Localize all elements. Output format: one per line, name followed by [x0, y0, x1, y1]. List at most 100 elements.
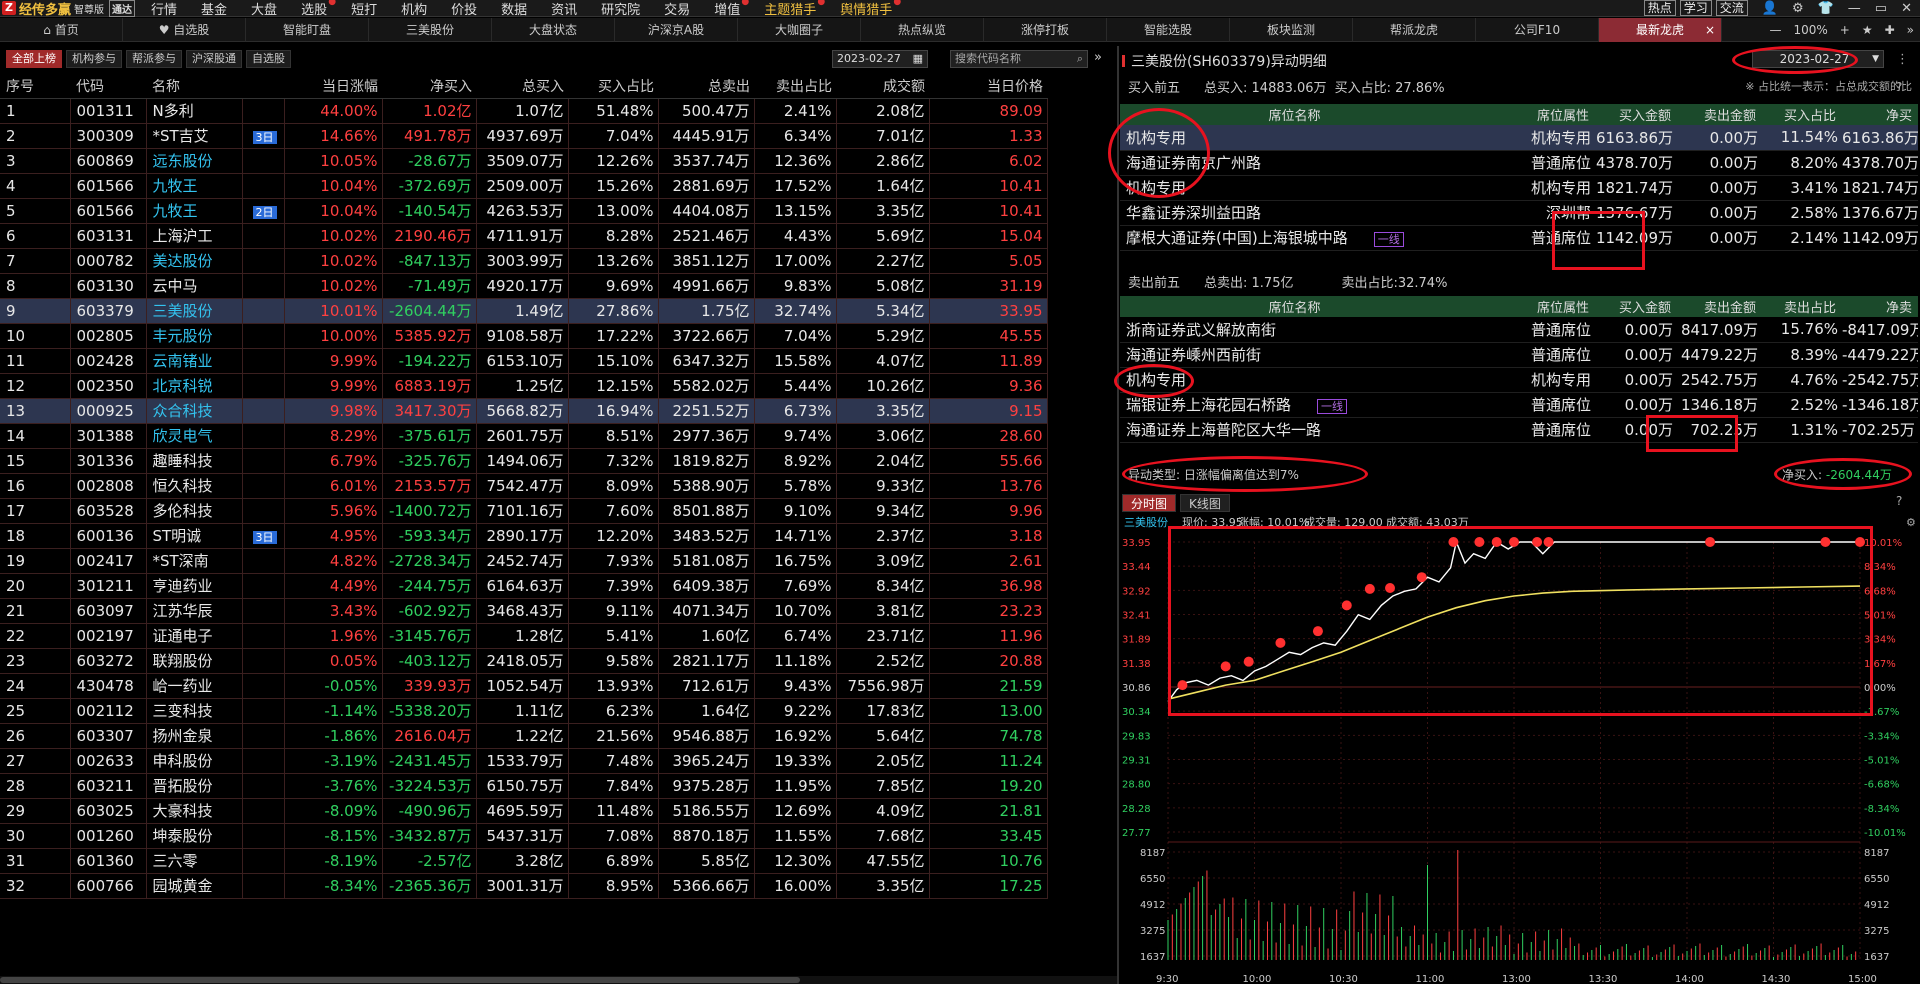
column-header[interactable]: 席位属性: [1475, 296, 1595, 317]
table-row[interactable]: 19 002417 *ST深南 4.82% -2728.34万 2452.74万 7.93%…: [0, 548, 1048, 574]
tab[interactable]: 智能盯盘: [246, 17, 369, 42]
tab[interactable]: 公司F10: [1476, 17, 1599, 42]
expand-icon[interactable]: »: [1094, 50, 1102, 65]
table-row[interactable]: 31 601360 三六零 -8.19% -2.57亿 3.28亿 6.89% 5.85亿 12…: [0, 848, 1048, 874]
menu-item[interactable]: 选股 ●: [289, 0, 339, 18]
seat-row[interactable]: 海通证券嵊州西前街 普通席位 0.00万 4479.22万 8.39% -4479.22万: [1120, 342, 1918, 368]
seat-row[interactable]: 华鑫证券深圳益田路 深圳帮 1376.67万 0.00万 2.58% 1376.67万: [1120, 200, 1918, 226]
column-header[interactable]: 席位名称: [1120, 104, 1475, 125]
search-input[interactable]: 搜索代码名称 ⌕: [950, 50, 1088, 68]
detail-date-picker[interactable]: 2023-02-27 ▼: [1752, 50, 1884, 68]
more-options-icon[interactable]: ⋮: [1896, 52, 1909, 67]
seat-row[interactable]: 摩根大通证券(中国)上海银城中路 一线 普通席位 1142.09万 0.00万 2.14%…: [1120, 225, 1918, 251]
tab-close-icon[interactable]: ×: [1705, 18, 1715, 42]
menu-item[interactable]: 短打: [339, 0, 389, 18]
column-header[interactable]: 总买入: [476, 74, 568, 99]
user-icon[interactable]: 👤: [1762, 1, 1778, 16]
menu-item[interactable]: 价投: [439, 0, 489, 18]
table-row[interactable]: 5 601566 九牧王 2日 10.04% -140.54万 4263.53万 13.00%…: [0, 198, 1048, 224]
minimize-icon[interactable]: —: [1848, 1, 1861, 16]
filter-button[interactable]: 机构参与: [66, 50, 122, 68]
column-header[interactable]: 净卖: [1842, 296, 1918, 317]
table-row[interactable]: 3 600869 远东股份 10.05% -28.67万 3509.07万 12.26% 35…: [0, 148, 1048, 174]
column-header[interactable]: 卖出金额: [1677, 296, 1762, 317]
table-row[interactable]: 26 603307 扬州金泉 -1.86% 2616.04万 1.22亿 21.56% 954…: [0, 723, 1048, 749]
seat-row[interactable]: 瑞银证券上海花园石桥路 一线 普通席位 0.00万 1346.18万 2.52% -1346…: [1120, 392, 1918, 418]
horizontal-scrollbar[interactable]: [0, 976, 1117, 984]
menu-item[interactable]: 舆情猎手 ●: [828, 0, 904, 18]
menu-item[interactable]: 行情: [139, 0, 189, 18]
table-row[interactable]: 28 603211 晋拓股份 -3.76% -3224.53万 6150.75万 7.84%…: [0, 773, 1048, 799]
filter-button[interactable]: 自选股: [246, 50, 291, 68]
filter-button[interactable]: 帮派参与: [126, 50, 182, 68]
column-header[interactable]: [242, 74, 284, 99]
chart-tab[interactable]: 分时图: [1122, 494, 1177, 512]
date-picker[interactable]: 2023-02-27 ▦: [832, 50, 928, 68]
column-header[interactable]: 成交额: [836, 74, 929, 99]
column-header[interactable]: 买入金额: [1595, 296, 1677, 317]
table-row[interactable]: 20 301211 亨迪药业 4.49% -244.75万 6164.63万 7.39% 64…: [0, 573, 1048, 599]
menu-item[interactable]: 数据: [489, 0, 539, 18]
table-row[interactable]: 4 601566 九牧王 10.04% -372.69万 2509.00万 15.26% 28…: [0, 173, 1048, 199]
table-row[interactable]: 23 603272 联翔股份 0.05% -403.12万 2418.05万 9.58% 28…: [0, 648, 1048, 674]
column-header[interactable]: 当日价格: [929, 74, 1047, 99]
table-row[interactable]: 18 600136 ST明诚 3日 4.95% -593.34万 2890.17万 12.20…: [0, 523, 1048, 549]
filter-button[interactable]: 沪深股通: [186, 50, 242, 68]
table-row[interactable]: 29 603025 大豪科技 -8.09% -490.96万 4695.59万 11.48%…: [0, 798, 1048, 824]
seat-row[interactable]: 海通证券上海普陀区大华一路 普通席位 0.00万 702.25万 1.31% -702.2…: [1120, 417, 1918, 443]
table-row[interactable]: 15 301336 趣睡科技 6.79% -325.76万 1494.06万 7.32% 18…: [0, 448, 1048, 474]
shirt-icon[interactable]: 👕: [1818, 1, 1834, 16]
seat-row[interactable]: 机构专用 机构专用 0.00万 2542.75万 4.76% -2542.75万: [1120, 367, 1918, 393]
tab[interactable]: ⌂ 首页: [0, 17, 123, 42]
star-icon[interactable]: ★: [1862, 23, 1873, 37]
column-header[interactable]: 买入占比: [1762, 104, 1842, 125]
menu-item[interactable]: 研究院: [589, 0, 652, 18]
table-row[interactable]: 11 002428 云南锗业 9.99% -194.22万 6153.10万 15.10% 6…: [0, 348, 1048, 374]
column-header[interactable]: 净买: [1842, 104, 1918, 125]
menu-item[interactable]: 基金: [189, 0, 239, 18]
settings-icon[interactable]: ⚙: [1792, 1, 1804, 16]
filter-button[interactable]: 全部上榜: [6, 50, 62, 68]
column-header[interactable]: 席位名称: [1120, 296, 1475, 317]
table-row[interactable]: 7 000782 美达股份 10.02% -847.13万 3003.99万 13.26% 3…: [0, 248, 1048, 274]
column-header[interactable]: 买入占比: [568, 74, 658, 99]
column-header[interactable]: 总卖出: [658, 74, 754, 99]
seat-row[interactable]: 浙商证券武义解放南街 普通席位 0.00万 8417.09万 15.76% -8417.0…: [1120, 317, 1918, 343]
tab[interactable]: 最新龙虎 ×: [1599, 17, 1722, 42]
column-header[interactable]: 净买入: [382, 74, 476, 99]
table-row[interactable]: 17 603528 多伦科技 5.96% -1400.72万 7101.16万 7.60% 8…: [0, 498, 1048, 524]
zoom-out-icon[interactable]: —: [1769, 23, 1781, 37]
table-row[interactable]: 21 603097 江苏华辰 3.43% -602.92万 3468.43万 9.11% 40…: [0, 598, 1048, 624]
menu-item[interactable]: 主题猎手 ●: [752, 0, 828, 18]
tab[interactable]: 热点纵览: [861, 17, 984, 42]
tab[interactable]: ♥ 自选股: [123, 17, 246, 42]
pin-icon[interactable]: ✚: [1885, 23, 1895, 37]
seat-row[interactable]: 机构专用 机构专用 6163.86万 0.00万 11.54% 6163.86万: [1120, 125, 1918, 151]
table-row[interactable]: 27 002633 申科股份 -3.19% -2431.45万 1533.79万 7.48%…: [0, 748, 1048, 774]
table-row[interactable]: 13 000925 众合科技 9.98% 3417.30万 5668.82万 16.94% 2…: [0, 398, 1048, 424]
help-icon-2[interactable]: ?: [1896, 80, 1902, 94]
tab[interactable]: 三美股份: [369, 17, 492, 42]
tab[interactable]: 板块监测: [1230, 17, 1353, 42]
column-header[interactable]: 当日涨幅: [284, 74, 382, 99]
column-header[interactable]: 卖出金额: [1677, 104, 1762, 125]
table-row[interactable]: 16 002808 恒久科技 6.01% 2153.57万 7542.47万 8.09% 53…: [0, 473, 1048, 499]
menu-item[interactable]: 大盘: [239, 0, 289, 18]
tab[interactable]: 大盘状态: [492, 17, 615, 42]
menu-item[interactable]: 资讯: [539, 0, 589, 18]
column-header[interactable]: 席位属性: [1475, 104, 1595, 125]
table-row[interactable]: 14 301388 欣灵电气 8.29% -375.61万 2601.75万 8.51% 29…: [0, 423, 1048, 449]
table-row[interactable]: 2 300309 *ST吉艾 3日 14.66% 491.78万 4937.69万 7.04%…: [0, 123, 1048, 149]
column-header[interactable]: 名称: [146, 74, 242, 99]
tab[interactable]: 大咖圈子: [738, 17, 861, 42]
menu-item[interactable]: 增值 ●: [702, 0, 752, 18]
column-header[interactable]: 卖出占比: [1762, 296, 1842, 317]
menu-item[interactable]: 交易: [652, 0, 702, 18]
column-header[interactable]: 买入金额: [1595, 104, 1677, 125]
chart-tab[interactable]: K线图: [1180, 494, 1230, 512]
quick-button[interactable]: 学习: [1679, 0, 1712, 16]
table-row[interactable]: 6 603131 上海沪工 10.02% 2190.46万 4711.91万 8.28% 25…: [0, 223, 1048, 249]
seat-row[interactable]: 海通证券南京广州路 普通席位 4378.70万 0.00万 8.20% 4378.70万: [1120, 150, 1918, 176]
column-header[interactable]: 序号: [0, 74, 70, 99]
table-row[interactable]: 30 001260 坤泰股份 -8.15% -3432.87万 5437.31万 7.08%…: [0, 823, 1048, 849]
